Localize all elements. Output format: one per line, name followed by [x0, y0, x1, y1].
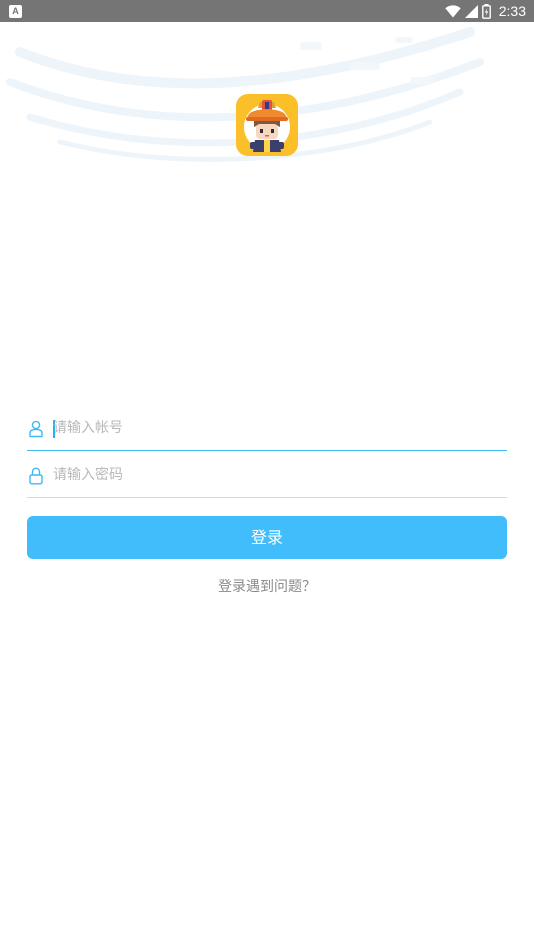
user-icon	[29, 420, 43, 438]
app-logo	[236, 94, 298, 156]
wifi-icon	[445, 4, 461, 17]
account-input[interactable]	[53, 414, 493, 442]
password-field	[27, 452, 507, 498]
login-help-link[interactable]: 登录遇到问题？	[0, 577, 534, 597]
notification-icon: A	[9, 5, 22, 18]
status-icons: 2:33	[445, 0, 526, 22]
password-input[interactable]	[53, 461, 493, 489]
lock-icon	[29, 467, 43, 485]
login-button[interactable]: 登录	[27, 516, 507, 559]
account-field	[27, 405, 507, 451]
status-bar: A 2:33	[0, 0, 534, 22]
battery-icon	[481, 3, 491, 19]
firefighter-mascot-logo-icon	[244, 100, 290, 152]
status-time: 2:33	[498, 3, 526, 19]
signal-icon	[464, 4, 478, 18]
